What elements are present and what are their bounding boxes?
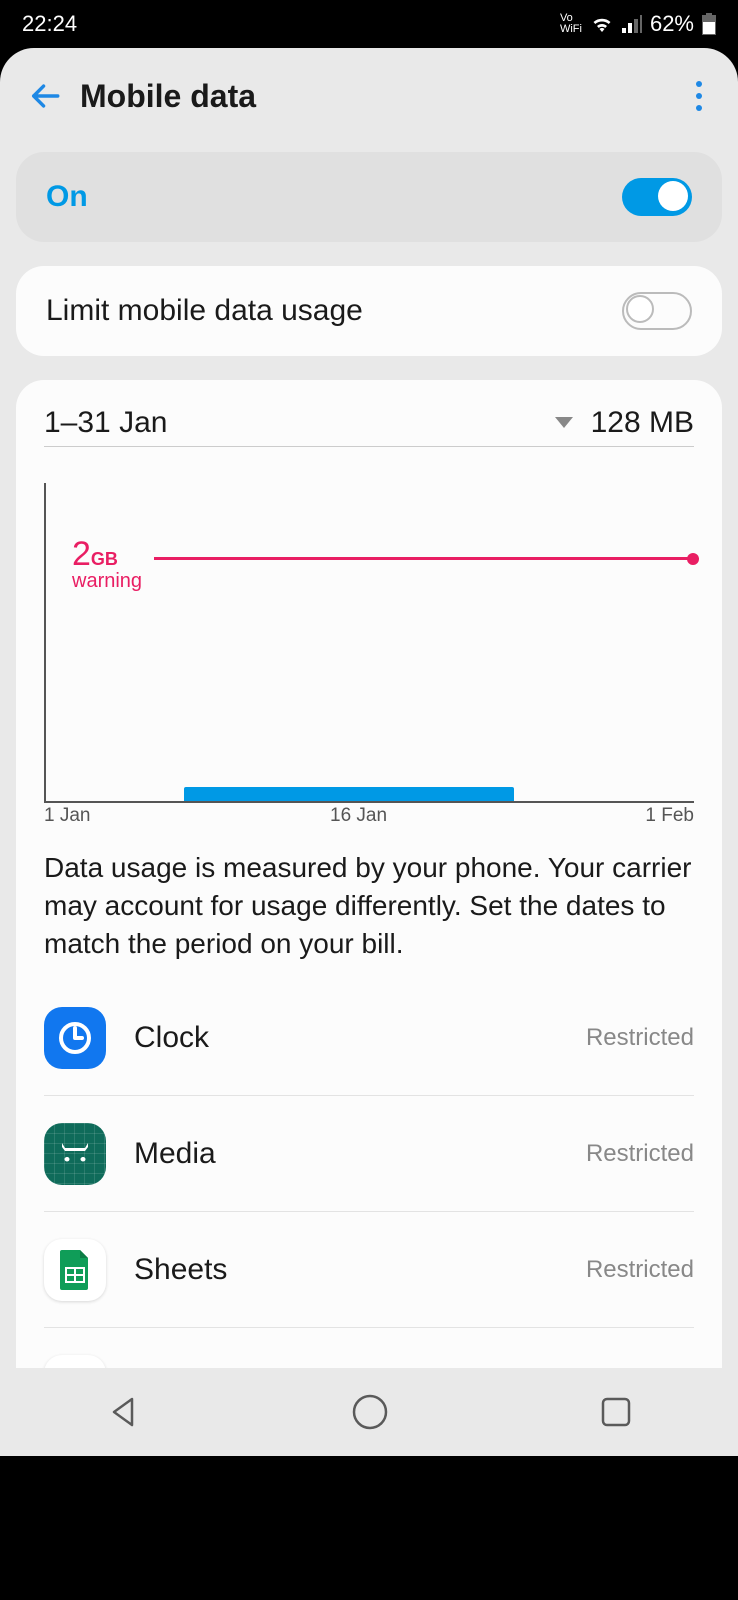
nav-home-icon[interactable] bbox=[351, 1393, 389, 1431]
back-icon[interactable] bbox=[28, 79, 62, 113]
limit-usage-label: Limit mobile data usage bbox=[46, 294, 363, 328]
app-status: Restricted bbox=[586, 1140, 694, 1168]
usage-total: 128 MB bbox=[591, 406, 694, 440]
limit-usage-toggle[interactable] bbox=[622, 292, 692, 330]
warning-text: warning bbox=[72, 570, 142, 593]
nav-back-icon[interactable] bbox=[106, 1395, 140, 1429]
page-title: Mobile data bbox=[80, 78, 256, 115]
screen: Mobile data On Limit mobile data usage 1… bbox=[0, 48, 738, 1456]
app-name: Media bbox=[134, 1137, 216, 1171]
dropdown-icon bbox=[555, 417, 573, 429]
usage-area bbox=[184, 787, 514, 801]
app-row-sheets[interactable]: Sheets Restricted bbox=[44, 1212, 694, 1328]
limit-usage-card[interactable]: Limit mobile data usage bbox=[16, 266, 722, 356]
warning-line bbox=[154, 557, 694, 560]
mobile-data-toggle[interactable] bbox=[622, 178, 692, 216]
vowifi-icon: VoWiFi bbox=[560, 13, 582, 35]
status-icons: VoWiFi 62% bbox=[560, 11, 716, 37]
warning-unit: GB bbox=[91, 549, 118, 569]
clock-text: 22:24 bbox=[22, 11, 77, 37]
app-name: Sheets bbox=[134, 1253, 227, 1287]
x-tick-start: 1 Jan bbox=[44, 805, 90, 827]
clock-app-icon bbox=[44, 1007, 106, 1069]
usage-chart[interactable]: 2GB warning 1 Jan 16 Jan 1 Feb bbox=[44, 483, 694, 823]
status-bar: 22:24 VoWiFi 62% bbox=[0, 0, 738, 48]
x-tick-mid: 16 Jan bbox=[330, 805, 387, 827]
mobile-data-state-label: On bbox=[46, 180, 88, 214]
chart-x-axis bbox=[44, 801, 694, 803]
warning-dot bbox=[687, 553, 699, 565]
nav-recent-icon[interactable] bbox=[600, 1396, 632, 1428]
warning-value: 2 bbox=[72, 535, 91, 573]
mobile-data-toggle-card: On bbox=[16, 152, 722, 242]
x-tick-end: 1 Feb bbox=[645, 805, 694, 827]
usage-card: 1–31 Jan 128 MB 2GB warning 1 Jan 16 Jan… bbox=[16, 380, 722, 1456]
battery-text: 62% bbox=[650, 11, 694, 37]
usage-description: Data usage is measured by your phone. Yo… bbox=[44, 849, 694, 962]
battery-icon bbox=[702, 13, 716, 35]
app-header: Mobile data bbox=[0, 48, 738, 144]
sheets-app-icon bbox=[44, 1239, 106, 1301]
chart-y-axis bbox=[44, 483, 46, 803]
period-label: 1–31 Jan bbox=[44, 406, 547, 440]
app-status: Restricted bbox=[586, 1024, 694, 1052]
signal-icon bbox=[622, 15, 642, 33]
app-name: Clock bbox=[134, 1021, 209, 1055]
app-status: Restricted bbox=[586, 1256, 694, 1284]
media-app-icon bbox=[44, 1123, 106, 1185]
wifi-icon bbox=[590, 14, 614, 34]
navigation-bar bbox=[0, 1368, 738, 1456]
more-icon[interactable] bbox=[688, 73, 710, 119]
period-selector[interactable]: 1–31 Jan 128 MB bbox=[44, 406, 694, 447]
warning-label: 2GB warning bbox=[72, 535, 142, 593]
app-row-media[interactable]: Media Restricted bbox=[44, 1096, 694, 1212]
app-row-clock[interactable]: Clock Restricted bbox=[44, 980, 694, 1096]
